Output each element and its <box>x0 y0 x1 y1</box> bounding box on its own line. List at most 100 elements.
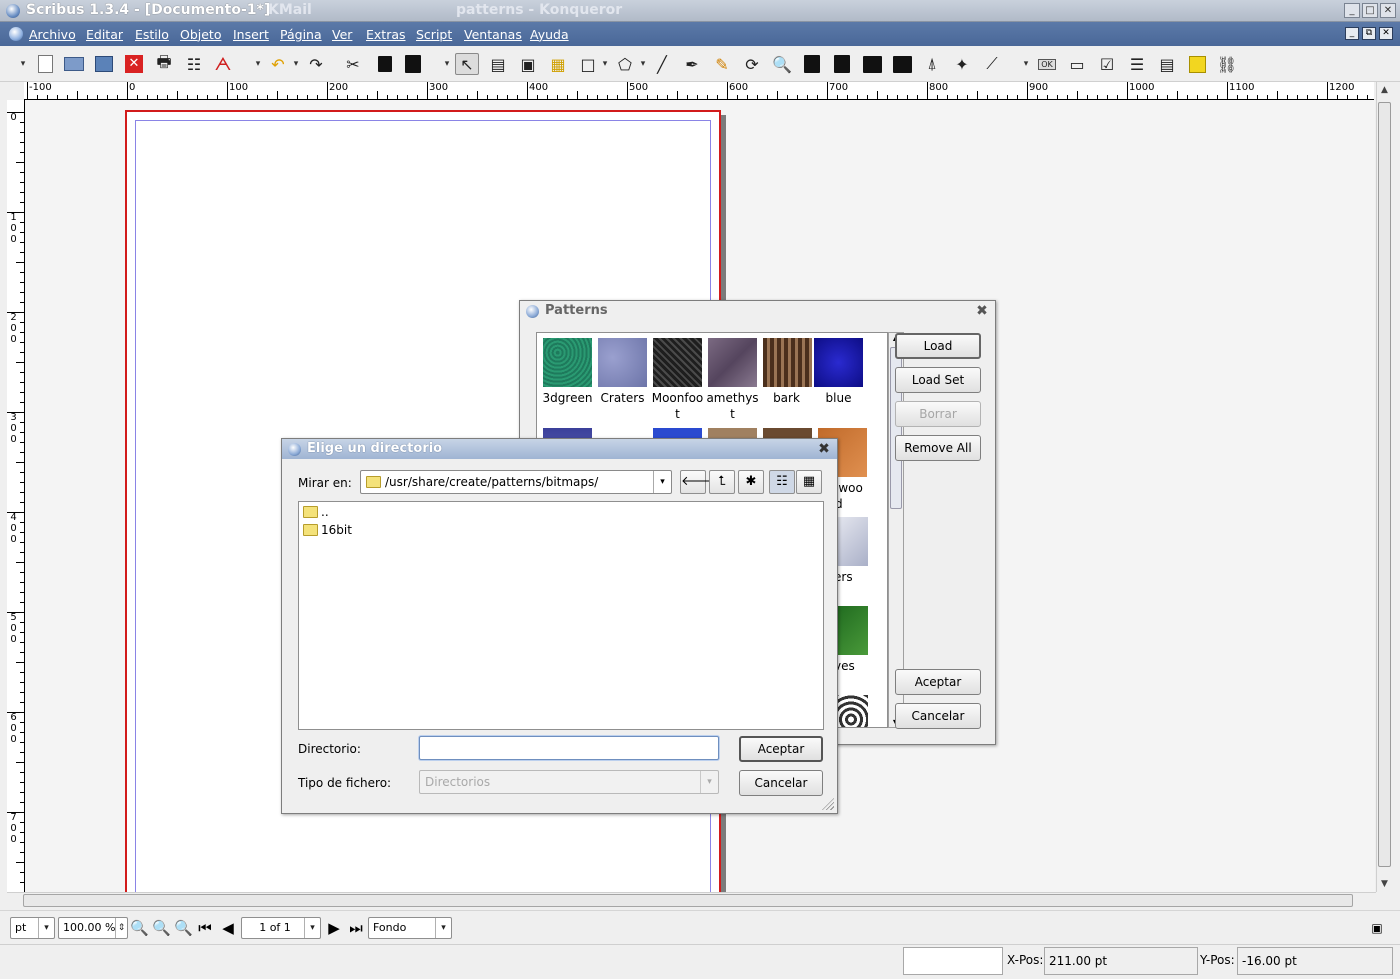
zoom-input[interactable]: 100.00 % ⇕ <box>58 917 128 939</box>
paste-icon[interactable] <box>401 53 425 75</box>
pdf-combobox-icon[interactable]: ☰ <box>1125 53 1149 75</box>
close-document-icon[interactable]: ✕ <box>122 53 146 75</box>
pattern-swatch[interactable] <box>834 606 868 655</box>
menu-ventanas[interactable]: Ventanas <box>464 27 522 42</box>
list-item[interactable]: 16bit <box>303 523 352 540</box>
pattern-swatch-blue[interactable] <box>814 338 863 387</box>
filetype-select[interactable]: Directorios ▾ <box>419 770 719 794</box>
mdi-minimize-icon[interactable]: _ <box>1345 27 1359 40</box>
maximize-icon[interactable]: □ <box>1362 3 1378 18</box>
copy-properties-icon[interactable]: ⍋ <box>920 53 944 75</box>
text-frame-icon[interactable]: ▤ <box>486 53 510 75</box>
mdi-restore-icon[interactable]: ⧉ <box>1362 27 1376 40</box>
pattern-swatch[interactable] <box>834 517 868 566</box>
pdf-button-icon[interactable]: OK <box>1035 53 1059 75</box>
menu-estilo[interactable]: Estilo <box>135 27 169 42</box>
directory-dialog-titlebar[interactable]: Elige un directorio ✖ <box>282 439 837 459</box>
close-icon[interactable]: ✖ <box>817 442 831 456</box>
pattern-swatch-craters[interactable] <box>598 338 647 387</box>
menu-objeto[interactable]: Objeto <box>180 27 222 42</box>
polygon-dropdown-icon[interactable]: ▾ <box>640 56 646 72</box>
menu-ayuda[interactable]: Ayuda <box>530 27 569 42</box>
zoom-100-icon[interactable]: 🔍 <box>152 919 171 937</box>
unit-select[interactable]: pt ▾ <box>10 917 55 939</box>
document-menu-icon[interactable] <box>9 27 23 41</box>
eyedropper-2-icon[interactable]: ⟋ <box>980 53 1004 75</box>
menu-extras[interactable]: Extras <box>366 27 406 42</box>
borrar-button[interactable]: Borrar <box>895 401 981 427</box>
image-frame-icon[interactable]: ▣ <box>516 53 540 75</box>
scroll-down-icon[interactable]: ▼ <box>1378 878 1391 891</box>
pattern-swatch-3dgreen[interactable] <box>543 338 592 387</box>
cut-icon[interactable]: ✂ <box>341 53 365 75</box>
minimize-icon[interactable]: _ <box>1344 3 1360 18</box>
vertical-ruler[interactable]: 0 1 0 0 2 0 0 3 0 0 4 0 0 5 0 0 6 0 0 7 0 0 <box>7 100 25 892</box>
select-icon[interactable]: ↖ <box>455 53 479 75</box>
freehand-icon[interactable]: ✎ <box>710 53 734 75</box>
table-icon[interactable]: ▦ <box>546 53 570 75</box>
scribus-app-icon[interactable] <box>6 4 20 18</box>
pattern-swatch-bark[interactable] <box>763 338 812 387</box>
directory-input[interactable] <box>419 736 719 760</box>
layer-select[interactable]: Fondo ▾ <box>368 917 452 939</box>
close-icon[interactable]: ✖ <box>975 304 989 318</box>
next-page-icon[interactable]: ▶ <box>325 919 343 937</box>
first-page-icon[interactable]: ⏮ <box>196 919 214 937</box>
line-icon[interactable]: ╱ <box>650 53 674 75</box>
undo-icon[interactable]: ↶ <box>266 53 290 75</box>
edit-contents-icon[interactable] <box>800 53 824 75</box>
pdf-textfield-icon[interactable]: ▭ <box>1065 53 1089 75</box>
scroll-up-icon[interactable]: ▲ <box>1378 84 1391 97</box>
shape-icon[interactable]: □ <box>576 53 600 75</box>
pdf-listbox-icon[interactable]: ▤ <box>1155 53 1179 75</box>
vertical-scrollbar[interactable]: ▲ ▼ <box>1376 82 1392 892</box>
menu-ver[interactable]: Ver <box>332 27 352 42</box>
menu-pagina[interactable]: Página <box>280 27 322 42</box>
list-item[interactable]: .. <box>303 505 329 522</box>
zoom-out-icon[interactable]: 🔍 <box>130 919 149 937</box>
directory-list[interactable]: .. 16bit <box>298 501 824 730</box>
new-folder-icon[interactable]: ✱ <box>738 470 764 494</box>
last-page-icon[interactable]: ⏭ <box>347 919 365 937</box>
measure-icon[interactable] <box>890 53 914 75</box>
pdf-link-icon[interactable]: ⛓ <box>1215 53 1239 75</box>
menu-editar[interactable]: Editar <box>86 27 123 42</box>
mdi-close-icon[interactable]: ✕ <box>1379 27 1393 40</box>
remove-all-button[interactable]: Remove All <box>895 435 981 461</box>
patterns-accept-button[interactable]: Aceptar <box>895 669 981 695</box>
horizontal-ruler[interactable]: -100 0 100 200 300 400 500 600 700 800 900 1000 1100… <box>24 82 1374 100</box>
page-select[interactable]: 1 of 1 ▾ <box>241 917 321 939</box>
detail-view-icon[interactable]: ▦ <box>796 470 822 494</box>
pdf-checkbox-icon[interactable]: ☑ <box>1095 53 1119 75</box>
view-toggle-icon[interactable]: ▣ <box>1368 919 1386 937</box>
eyedropper-icon[interactable]: ✦ <box>950 53 974 75</box>
save-icon[interactable] <box>92 53 116 75</box>
open-icon[interactable] <box>62 53 86 75</box>
zoom-stepper-icon[interactable]: ⇕ <box>115 918 127 938</box>
directory-field[interactable] <box>420 737 718 759</box>
parent-folder-icon[interactable]: ⮤ <box>709 470 735 494</box>
load-set-button[interactable]: Load Set <box>895 367 981 393</box>
patterns-cancel-button[interactable]: Cancelar <box>895 703 981 729</box>
load-button[interactable]: Load <box>895 333 981 359</box>
copy-icon[interactable] <box>373 53 397 75</box>
export-pdf-icon[interactable]: ᗅ <box>211 53 235 75</box>
close-window-icon[interactable]: ✕ <box>1380 3 1396 18</box>
list-view-icon[interactable]: ☷ <box>769 470 795 494</box>
print-icon[interactable]: 🖶 <box>152 52 176 75</box>
menu-script[interactable]: Script <box>416 27 452 42</box>
menu-insert[interactable]: Insert <box>233 27 269 42</box>
directory-accept-button[interactable]: Aceptar <box>739 736 823 762</box>
vertical-scroll-thumb[interactable] <box>1378 102 1391 867</box>
resize-grip-icon[interactable] <box>822 798 834 810</box>
zoom-icon[interactable]: 🔍 <box>770 53 794 75</box>
look-in-select[interactable]: /usr/share/create/patterns/bitmaps/ ▾ <box>360 470 672 494</box>
redo-icon[interactable]: ↷ <box>304 53 328 75</box>
pattern-swatch[interactable] <box>834 695 868 727</box>
menu-archivo[interactable]: Archivo <box>29 27 76 42</box>
polygon-icon[interactable]: ⬠ <box>613 53 637 75</box>
pattern-swatch-amethyst[interactable] <box>708 338 757 387</box>
previous-page-icon[interactable]: ◀ <box>219 919 237 937</box>
patterns-dialog-titlebar[interactable]: Patterns ✖ <box>520 301 995 321</box>
link-frames-icon[interactable] <box>830 53 854 75</box>
